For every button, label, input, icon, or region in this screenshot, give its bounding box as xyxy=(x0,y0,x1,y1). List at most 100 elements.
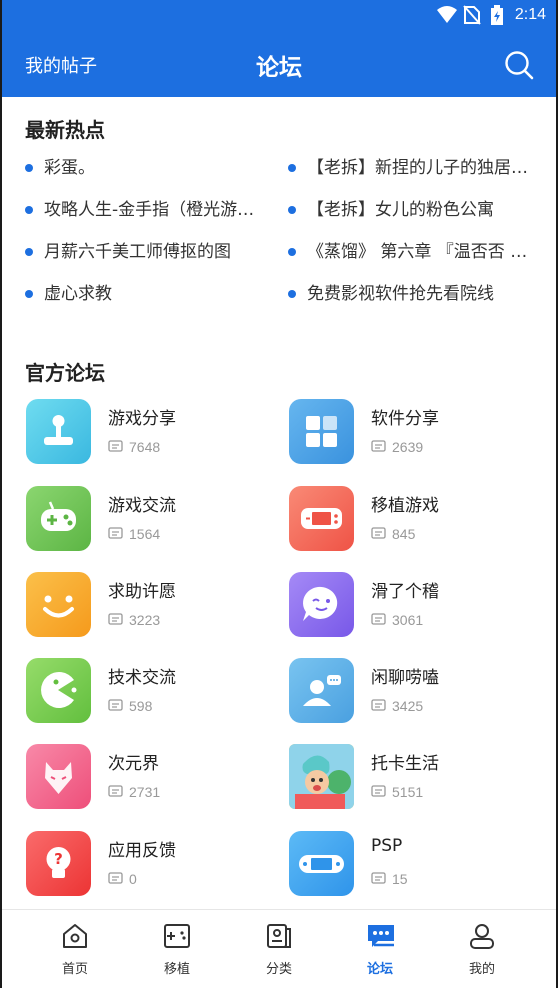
header: 我的帖子 论坛 xyxy=(0,32,558,97)
chat-person-icon xyxy=(289,658,354,723)
bullet-dot xyxy=(25,206,33,214)
comment-icon xyxy=(108,785,123,797)
forum-name: 移植游戏 xyxy=(371,496,439,516)
forum-name: PSP xyxy=(371,836,403,856)
forum-name: 应用反馈 xyxy=(108,841,176,861)
fox-mask-icon xyxy=(26,744,91,809)
bullet-dot xyxy=(288,206,296,214)
comment-icon xyxy=(371,440,386,452)
nav-label: 移植 xyxy=(163,962,190,977)
post-count: 5151 xyxy=(371,784,423,800)
svg-text:?: ? xyxy=(54,850,63,868)
search-icon[interactable] xyxy=(504,50,534,80)
comment-icon xyxy=(108,872,123,884)
forum-card-software-share[interactable]: 软件分享 2639 xyxy=(289,399,539,465)
nav-label: 论坛 xyxy=(366,962,393,977)
forum-card-feedback[interactable]: ? 应用反馈 0 xyxy=(26,831,276,897)
hot-post-item[interactable]: 月薪六千美工师傅抠的图 xyxy=(25,237,275,267)
comment-icon xyxy=(108,440,123,452)
nav-port[interactable]: 移植 xyxy=(137,910,217,988)
forum-name: 求助许愿 xyxy=(108,582,176,602)
bullet-dot xyxy=(25,164,33,172)
comment-icon xyxy=(371,785,386,797)
toca-life-icon xyxy=(289,744,354,809)
forum-name: 闲聊唠嗑 xyxy=(371,668,439,688)
psp-icon xyxy=(289,831,354,896)
comment-icon xyxy=(371,872,386,884)
wink-bubble-icon xyxy=(289,572,354,637)
nav-home[interactable]: 首页 xyxy=(35,910,115,988)
nav-label: 分类 xyxy=(265,962,292,977)
post-count: 598 xyxy=(108,698,152,714)
hot-post-item[interactable]: 虚心求教 xyxy=(25,279,275,309)
smile-icon xyxy=(26,572,91,637)
hot-section-title: 最新热点 xyxy=(25,118,105,142)
forum-card-chat[interactable]: 闲聊唠嗑 3425 xyxy=(289,658,539,724)
forum-card-tech[interactable]: 技术交流 598 xyxy=(26,658,276,724)
forum-card-toca-life[interactable]: 托卡生活 5151 xyxy=(289,744,539,810)
bullet-dot xyxy=(288,248,296,256)
category-icon xyxy=(267,924,291,948)
forum-name: 游戏分享 xyxy=(108,409,176,429)
no-sim-icon xyxy=(463,5,481,29)
comment-icon xyxy=(108,699,123,711)
status-bar: 2:14 xyxy=(0,0,558,32)
hot-post-item[interactable]: 免费影视软件抢先看院线 xyxy=(288,279,540,309)
post-count: 3061 xyxy=(371,612,423,628)
forum-name: 软件分享 xyxy=(371,409,439,429)
handheld-console-icon xyxy=(289,486,354,551)
hot-post-item[interactable]: 彩蛋。 xyxy=(25,153,275,183)
hot-post-item[interactable]: 【老拆】新捏的儿子的独居… xyxy=(288,153,540,183)
forum-name: 游戏交流 xyxy=(108,496,176,516)
bullet-dot xyxy=(288,290,296,298)
nav-category[interactable]: 分类 xyxy=(239,910,319,988)
home-icon xyxy=(63,924,87,948)
post-count: 3223 xyxy=(108,612,160,628)
hot-post-item[interactable]: 《蒸馏》 第六章 『温否否 … xyxy=(288,237,540,267)
comment-icon xyxy=(371,527,386,539)
post-count: 15 xyxy=(371,871,408,887)
forum-card-psp[interactable]: PSP 15 xyxy=(289,831,539,897)
forum-card-ported-games[interactable]: 移植游戏 845 xyxy=(289,486,539,552)
nav-forum[interactable]: 论坛 xyxy=(340,910,420,988)
bullet-dot xyxy=(25,248,33,256)
post-count: 2639 xyxy=(371,439,423,455)
forum-card-help-wish[interactable]: 求助许愿 3223 xyxy=(26,572,276,638)
forum-card-game-share[interactable]: 游戏分享 7648 xyxy=(26,399,276,465)
forum-name: 次元界 xyxy=(108,754,159,774)
comment-icon xyxy=(371,699,386,711)
post-count: 0 xyxy=(108,871,137,887)
comment-icon xyxy=(108,613,123,625)
post-count: 2731 xyxy=(108,784,160,800)
battery-icon xyxy=(490,5,504,29)
device-frame-left xyxy=(0,0,2,988)
hot-post-item[interactable]: 攻略人生-金手指（橙光游… xyxy=(25,195,275,225)
comment-icon xyxy=(371,613,386,625)
post-count: 3425 xyxy=(371,698,423,714)
port-gamepad-icon xyxy=(164,924,190,948)
comment-icon xyxy=(108,527,123,539)
forum-card-game-chat[interactable]: 游戏交流 1564 xyxy=(26,486,276,552)
post-count: 845 xyxy=(371,526,415,542)
forum-name: 托卡生活 xyxy=(371,754,439,774)
joystick-icon xyxy=(26,399,91,464)
wifi-icon xyxy=(436,5,458,29)
status-time: 2:14 xyxy=(514,6,546,23)
post-count: 7648 xyxy=(108,439,160,455)
app-bar: 2:14 我的帖子 论坛 xyxy=(0,0,558,97)
post-count: 1564 xyxy=(108,526,160,542)
bottom-nav: 首页 移植 分类 论坛 我的 xyxy=(0,909,558,988)
forum-name: 滑了个稽 xyxy=(371,582,439,602)
gamepad-icon xyxy=(26,486,91,551)
bullet-dot xyxy=(288,164,296,172)
profile-icon xyxy=(470,924,494,949)
official-section-title: 官方论坛 xyxy=(25,361,105,385)
forum-card-dimension[interactable]: 次元界 2731 xyxy=(26,744,276,810)
forum-name: 技术交流 xyxy=(108,668,176,688)
forum-card-funny[interactable]: 滑了个稽 3061 xyxy=(289,572,539,638)
pacman-icon xyxy=(26,658,91,723)
nav-label: 我的 xyxy=(468,962,495,977)
nav-profile[interactable]: 我的 xyxy=(442,910,522,988)
bullet-dot xyxy=(25,290,33,298)
hot-post-item[interactable]: 【老拆】女儿的粉色公寓 xyxy=(288,195,540,225)
